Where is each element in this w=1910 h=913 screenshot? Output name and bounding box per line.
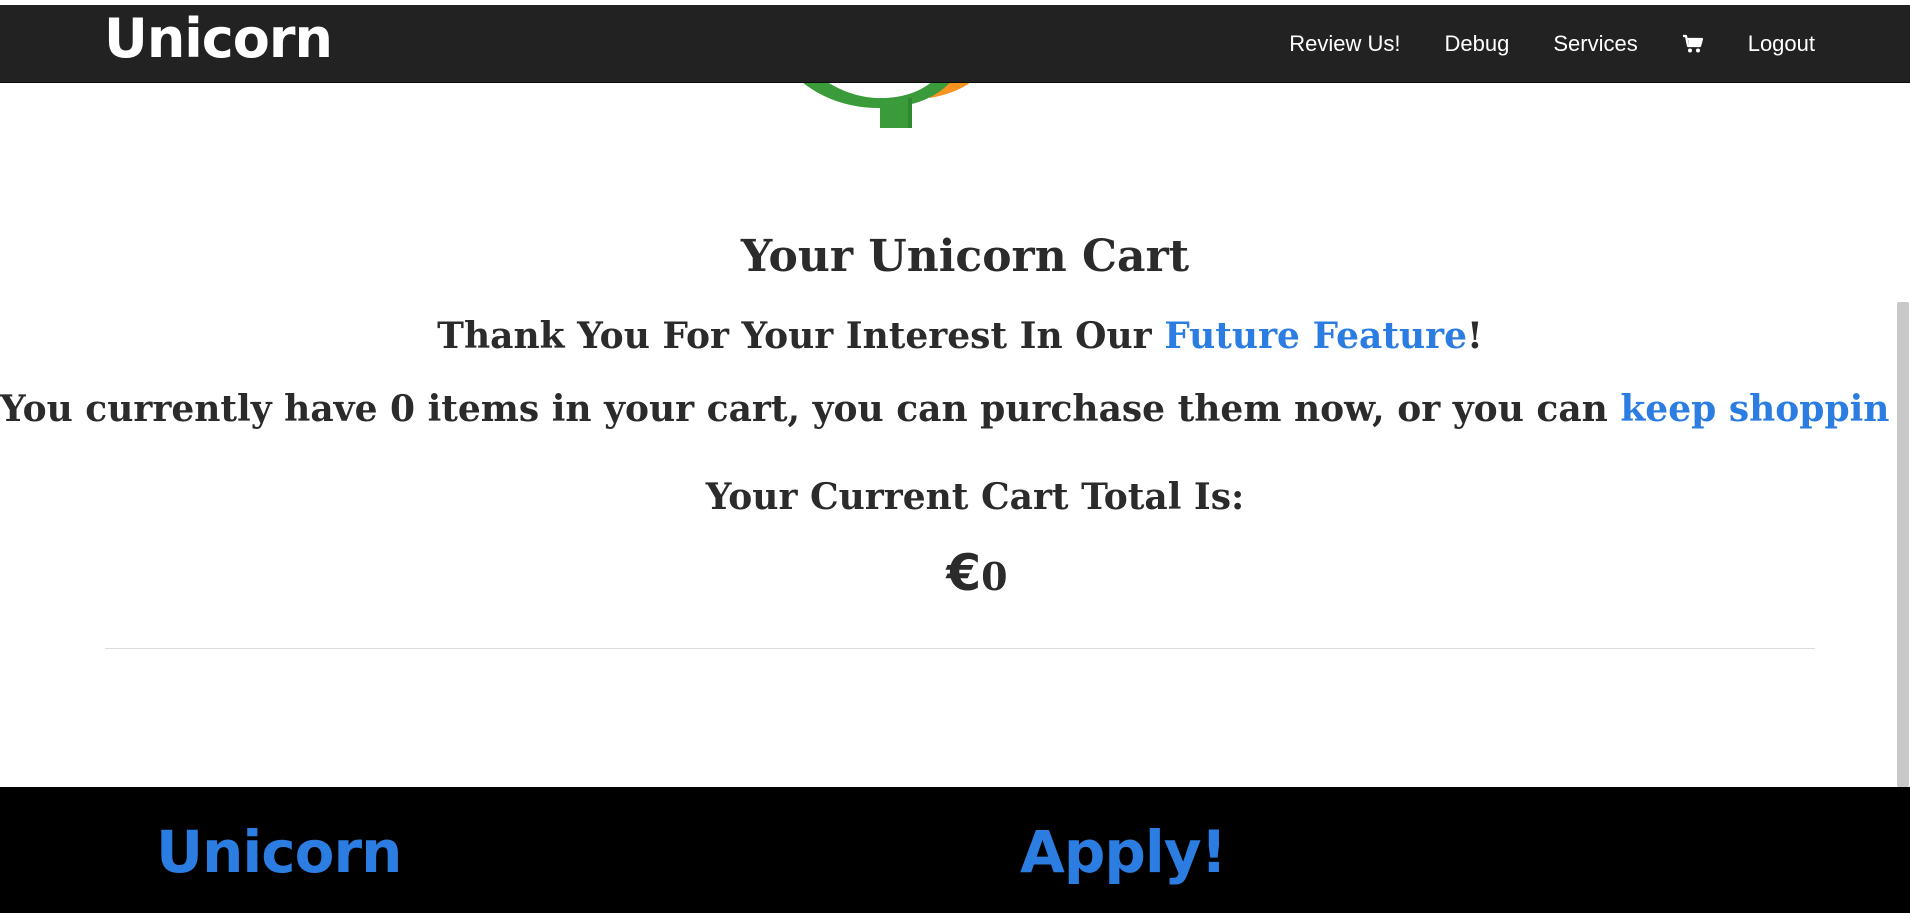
thank-you-message: Thank You For Your Interest In Our Futur… — [0, 315, 1910, 357]
nav-services[interactable]: Services — [1553, 32, 1637, 55]
cart-count-message: You currently have 0 items in your cart,… — [0, 388, 1910, 430]
currency-symbol: € — [946, 544, 982, 602]
thank-you-text: Thank You For Your Interest In Our — [437, 315, 1165, 357]
top-navbar: Unicorn Review Us! Debug Services Logout — [0, 5, 1910, 83]
footer-apply-link[interactable]: Apply! — [1020, 823, 1227, 881]
cart-total-value: €0 — [0, 548, 1910, 598]
footer-brand[interactable]: Unicorn — [156, 823, 402, 881]
nav-review-us[interactable]: Review Us! — [1289, 32, 1400, 55]
keep-shopping-link[interactable]: keep shopping — [1620, 388, 1910, 430]
main-content: Your Unicorn Cart Thank You For Your Int… — [0, 0, 1910, 787]
cart-total-label: Your Current Cart Total Is: — [705, 476, 1245, 518]
nav-debug[interactable]: Debug — [1445, 32, 1510, 55]
footer: Unicorn Apply! — [0, 787, 1910, 913]
nav-logout[interactable]: Logout — [1748, 32, 1815, 55]
brand-logo[interactable]: Unicorn — [104, 12, 333, 66]
nav-links: Review Us! Debug Services Logout — [1245, 5, 1815, 82]
page: Your Unicorn Cart Thank You For Your Int… — [0, 0, 1910, 913]
cart-total-amount: 0 — [981, 554, 1008, 599]
thank-you-suffix: ! — [1467, 315, 1483, 357]
divider — [105, 648, 1815, 649]
cart-title: Your Unicorn Cart — [740, 231, 1190, 282]
scrollbar-thumb[interactable] — [1897, 302, 1909, 787]
shopping-cart-icon[interactable] — [1682, 33, 1704, 55]
cart-count-text: You currently have 0 items in your cart,… — [0, 388, 1621, 430]
future-feature-link[interactable]: Future Feature — [1164, 315, 1467, 357]
